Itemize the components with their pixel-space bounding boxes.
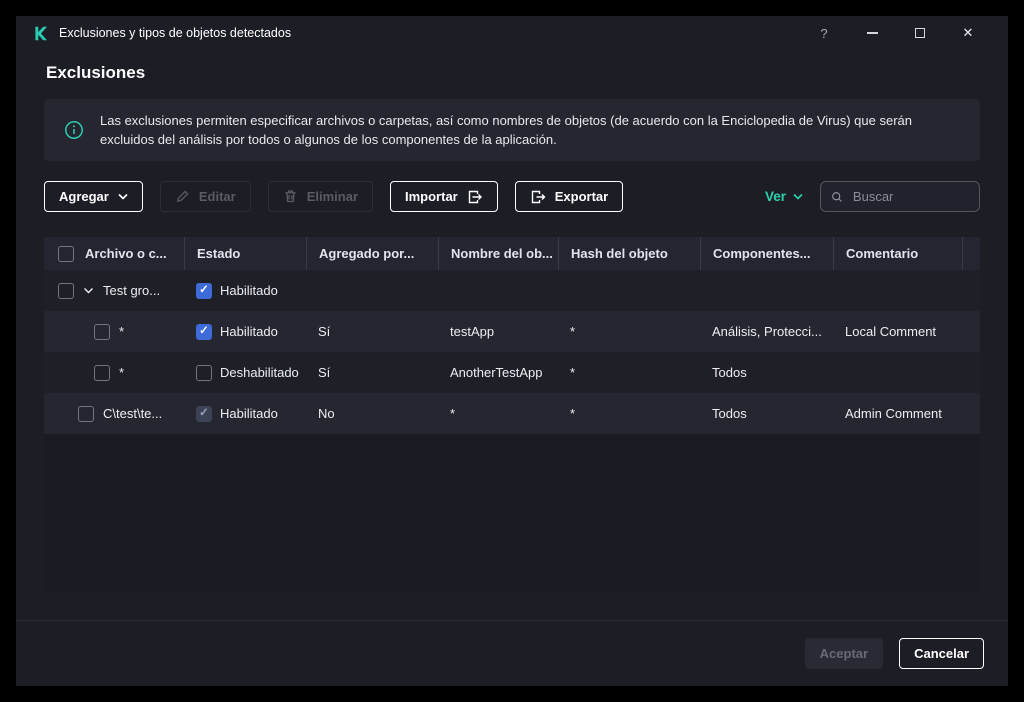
- cell-hash: *: [558, 324, 700, 339]
- table-row[interactable]: * Deshabilitado Sí AnotherTestApp * Todo…: [44, 352, 980, 393]
- chevron-down-icon: [793, 193, 803, 200]
- app-window: Exclusiones y tipos de objetos detectado…: [16, 16, 1008, 686]
- toolbar: Agregar Editar Eliminar Importar Exporta…: [44, 181, 980, 212]
- cell-agregado: No: [306, 406, 438, 421]
- row-checkbox[interactable]: [58, 283, 74, 299]
- export-icon: [530, 189, 546, 205]
- info-icon: [64, 120, 84, 140]
- cell-hash: *: [558, 406, 700, 421]
- cell-componentes: Todos: [700, 406, 833, 421]
- delete-button[interactable]: Eliminar: [268, 181, 373, 212]
- search-box: [820, 181, 980, 212]
- row-checkbox[interactable]: [78, 406, 94, 422]
- accept-button[interactable]: Aceptar: [805, 638, 883, 669]
- titlebar: Exclusiones y tipos de objetos detectado…: [16, 16, 1008, 50]
- row-checkbox[interactable]: [94, 365, 110, 381]
- cell-componentes: Análisis, Protecci...: [700, 324, 833, 339]
- info-banner-text: Las exclusiones permiten especificar arc…: [100, 111, 960, 149]
- select-all-checkbox[interactable]: [58, 246, 74, 262]
- estado-checkbox[interactable]: [196, 406, 212, 422]
- estado-checkbox[interactable]: [196, 283, 212, 299]
- column-header-nombre[interactable]: Nombre del ob...: [438, 237, 558, 270]
- page-title: Exclusiones: [46, 63, 1008, 83]
- row-checkbox[interactable]: [94, 324, 110, 340]
- maximize-icon: [915, 28, 925, 38]
- cell-nombre: *: [438, 406, 558, 421]
- info-banner: Las exclusiones permiten especificar arc…: [44, 99, 980, 161]
- collapse-chevron-icon[interactable]: [83, 287, 94, 294]
- column-header-spacer: [962, 237, 980, 270]
- pencil-icon: [175, 189, 190, 204]
- exclusions-table: Archivo o c... Estado Agregado por... No…: [44, 237, 980, 592]
- maximize-button[interactable]: [896, 19, 944, 47]
- view-dropdown-label: Ver: [765, 189, 786, 204]
- estado-label: Habilitado: [220, 324, 278, 339]
- table-row[interactable]: C\test\te... Habilitado No * * Todos Adm…: [44, 393, 980, 434]
- export-button[interactable]: Exportar: [515, 181, 623, 212]
- screen: Exclusiones y tipos de objetos detectado…: [0, 0, 1024, 702]
- column-header-comentario[interactable]: Comentario: [833, 237, 962, 270]
- window-title: Exclusiones y tipos de objetos detectado…: [59, 26, 291, 40]
- estado-checkbox[interactable]: [196, 365, 212, 381]
- import-icon: [467, 189, 483, 205]
- estado-label: Habilitado: [220, 283, 278, 298]
- close-button[interactable]: ✕: [944, 19, 992, 47]
- search-input[interactable]: [851, 188, 969, 205]
- minimize-button[interactable]: [848, 19, 896, 47]
- cell-agregado: Sí: [306, 324, 438, 339]
- cell-nombre: testApp: [438, 324, 558, 339]
- cell-comentario: Admin Comment: [833, 406, 962, 421]
- import-button[interactable]: Importar: [390, 181, 498, 212]
- table-group-row[interactable]: Test gro... Habilitado: [44, 270, 980, 311]
- chevron-down-icon: [118, 193, 128, 200]
- estado-label: Habilitado: [220, 406, 278, 421]
- cell-archivo: C\test\te...: [103, 406, 162, 421]
- estado-label: Deshabilitado: [220, 365, 299, 380]
- column-header-agregado[interactable]: Agregado por...: [306, 237, 438, 270]
- import-button-label: Importar: [405, 189, 458, 204]
- group-name: Test gro...: [103, 283, 160, 298]
- table-header: Archivo o c... Estado Agregado por... No…: [44, 237, 980, 270]
- view-dropdown[interactable]: Ver: [765, 189, 803, 204]
- cell-hash: *: [558, 365, 700, 380]
- export-button-label: Exportar: [555, 189, 608, 204]
- delete-button-label: Eliminar: [307, 189, 358, 204]
- column-label: Archivo o c...: [85, 246, 167, 261]
- column-header-componentes[interactable]: Componentes...: [700, 237, 833, 270]
- window-controls: ? ✕: [800, 19, 992, 47]
- add-button-label: Agregar: [59, 189, 109, 204]
- close-icon: ✕: [963, 25, 974, 41]
- footer: Aceptar Cancelar: [16, 620, 1008, 686]
- table-row[interactable]: * Habilitado Sí testApp * Análisis, Prot…: [44, 311, 980, 352]
- cell-agregado: Sí: [306, 365, 438, 380]
- table-empty-area: [44, 434, 980, 592]
- cancel-button[interactable]: Cancelar: [899, 638, 984, 669]
- column-header-archivo[interactable]: Archivo o c...: [44, 237, 184, 270]
- edit-button[interactable]: Editar: [160, 181, 251, 212]
- search-icon: [831, 190, 843, 204]
- cell-comentario: Local Comment: [833, 324, 962, 339]
- trash-icon: [283, 189, 298, 204]
- cell-archivo: *: [119, 365, 124, 380]
- minimize-icon: [867, 32, 878, 34]
- cell-nombre: AnotherTestApp: [438, 365, 558, 380]
- cell-archivo: *: [119, 324, 124, 339]
- help-button[interactable]: ?: [800, 19, 848, 47]
- column-header-hash[interactable]: Hash del objeto: [558, 237, 700, 270]
- add-button[interactable]: Agregar: [44, 181, 143, 212]
- edit-button-label: Editar: [199, 189, 236, 204]
- cell-componentes: Todos: [700, 365, 833, 380]
- estado-checkbox[interactable]: [196, 324, 212, 340]
- column-header-estado[interactable]: Estado: [184, 237, 306, 270]
- kaspersky-logo-icon: [32, 25, 49, 42]
